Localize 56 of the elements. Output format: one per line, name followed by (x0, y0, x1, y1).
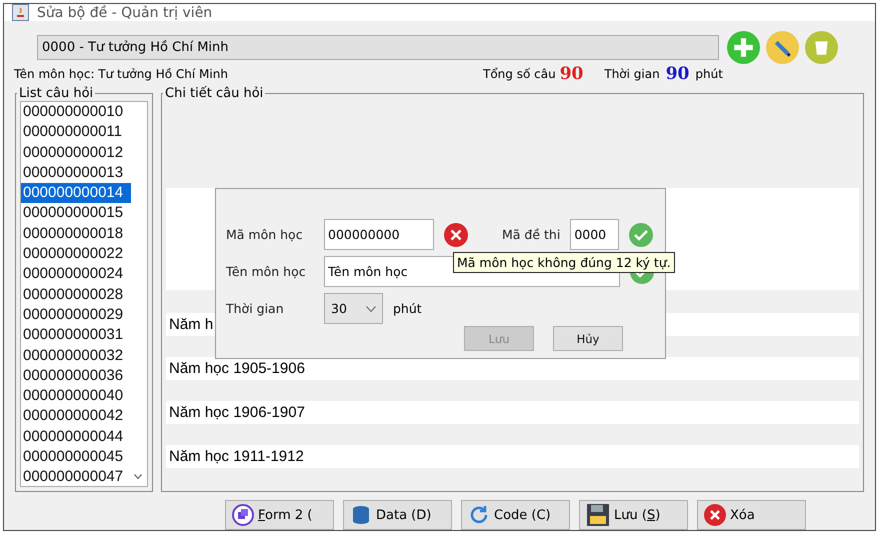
add-icon[interactable] (727, 31, 760, 64)
list-item[interactable]: 000000000031 (21, 325, 147, 346)
answer-row: Năm học 1911-1912 (166, 445, 859, 468)
total-value: 90 (560, 64, 584, 84)
app-icon (12, 4, 29, 21)
list-item[interactable]: 000000000044 (21, 426, 147, 448)
list-item[interactable]: 000000000015 (21, 203, 147, 224)
list-item[interactable]: 000000000045 (21, 447, 147, 468)
pencil-icon[interactable] (766, 31, 799, 64)
subject-code-field[interactable]: 000000000 (324, 219, 434, 250)
list-item[interactable]: 000000000042 (21, 406, 147, 427)
floppy-icon (586, 503, 610, 527)
window-title: Sửa bộ đề - Quản trị viên (37, 4, 212, 20)
list-item[interactable]: 000000000032 (21, 346, 147, 366)
chevron-down-icon (366, 306, 376, 312)
list-item[interactable]: 000000000013 (21, 162, 147, 184)
total-label: Tổng số câu (483, 67, 556, 81)
error-tooltip: Mã môn học không đúng 12 ký tự. (453, 252, 675, 273)
action-button[interactable]: Xóa (697, 500, 806, 530)
action-button[interactable]: Lưu (S) (579, 500, 688, 530)
subject-name-label: Tên môn học: Tư tưởng Hồ Chí Minh (14, 67, 229, 81)
panel-title: List câu hỏi (18, 86, 94, 101)
list-item[interactable]: 000000000018 (21, 224, 147, 244)
field-label: Mã môn học (226, 226, 304, 244)
list-item[interactable]: 000000000022 (21, 244, 147, 264)
scroll-down-icon[interactable] (134, 474, 142, 480)
database-icon (350, 504, 372, 526)
time-label: Thời gian (604, 67, 660, 81)
list-item[interactable]: 000000000047 (21, 467, 147, 486)
duration-dropdown[interactable]: 30 (324, 293, 383, 324)
field-label: Tên môn học (226, 263, 307, 281)
list-item[interactable]: 000000000036 (21, 366, 147, 386)
action-button[interactable]: Data (D) (343, 500, 452, 530)
list-item[interactable]: 000000000028 (21, 284, 147, 305)
list-item[interactable]: 000000000029 (21, 304, 147, 326)
field-label: Mã đề thi (502, 226, 560, 244)
list-item[interactable]: 000000000040 (21, 386, 147, 406)
answer-row: Năm học 1905-1906 (166, 357, 859, 380)
list-item[interactable]: 000000000014 (21, 183, 131, 204)
list-item[interactable]: 000000000024 (21, 264, 147, 285)
time-unit: phút (695, 67, 723, 81)
time-value: 90 (666, 64, 690, 84)
panel-title: Chi tiết câu hỏi (164, 86, 264, 101)
action-button[interactable]: Code (C) (461, 500, 570, 530)
unit-label: phút (393, 301, 422, 316)
list-item[interactable]: 000000000011 (21, 122, 147, 143)
layers-icon (232, 504, 254, 526)
action-button[interactable]: Form 2 ( (225, 500, 334, 530)
list-item[interactable]: 000000000010 (21, 102, 147, 122)
refresh-icon (468, 504, 490, 526)
delete-icon (704, 504, 726, 526)
exam-code-field[interactable]: 0000 (570, 219, 620, 250)
list-item[interactable]: 000000000012 (21, 142, 147, 163)
subject-dropdown[interactable]: 0000 - Tư tưởng Hồ Chí Minh (37, 35, 719, 60)
dialog-button[interactable]: Hủy (553, 326, 623, 351)
answer-row: Năm học 1906-1907 (166, 401, 859, 424)
